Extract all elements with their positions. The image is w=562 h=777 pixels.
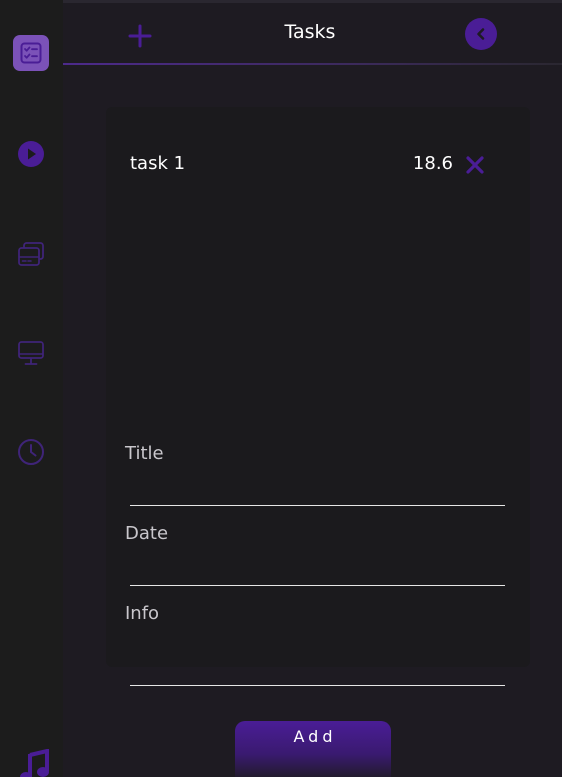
date-label: Date [125, 523, 169, 544]
main-panel: Tasks task 1 18.6 Title Date Info Add [63, 0, 562, 777]
close-icon [466, 156, 484, 174]
info-input[interactable] [130, 658, 505, 686]
new-task-button[interactable] [127, 23, 153, 49]
plus-icon [128, 24, 152, 48]
checklist-icon [20, 42, 42, 64]
task-value: 18.6 [412, 153, 453, 174]
task-row[interactable]: task 1 18.6 [106, 147, 530, 183]
back-button[interactable] [465, 18, 497, 50]
sidebar-item-desktop[interactable] [13, 335, 49, 371]
sidebar-item-player[interactable] [13, 136, 49, 172]
title-label: Title [125, 443, 164, 464]
title-input[interactable] [130, 478, 505, 506]
play-icon [18, 141, 44, 167]
tasks-card: task 1 18.6 Title Date Info [106, 107, 530, 686]
app-window: Tasks task 1 18.6 Title Date Info Add [0, 0, 562, 777]
header: Tasks [63, 3, 562, 64]
add-task-button[interactable]: Add [235, 721, 391, 777]
sidebar-item-tasks[interactable] [13, 35, 49, 71]
cards-icon [18, 242, 44, 266]
music-icon [20, 749, 49, 777]
sidebar-item-music[interactable] [17, 748, 53, 777]
header-divider [63, 63, 562, 65]
info-label: Info [125, 603, 160, 624]
date-input[interactable] [130, 558, 505, 586]
delete-task-button[interactable] [465, 155, 485, 175]
task-name: task 1 [130, 153, 186, 174]
sidebar-item-cards[interactable] [13, 236, 49, 272]
page-title: Tasks [284, 21, 336, 43]
sidebar-item-history[interactable] [13, 434, 49, 470]
sidebar [0, 0, 63, 777]
monitor-icon [18, 341, 44, 365]
chevron-left-icon [477, 28, 485, 40]
clock-icon [18, 439, 44, 465]
